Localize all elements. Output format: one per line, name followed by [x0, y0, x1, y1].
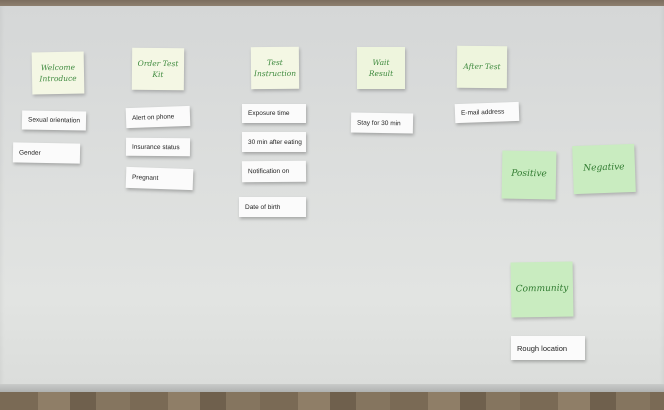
card-pregnant: Pregnant [125, 166, 194, 191]
card-label: Exposure time [248, 110, 290, 117]
sticky-label: Negative [583, 162, 625, 174]
sticky-note-negative: Negative [572, 143, 636, 195]
card-label: Gender [18, 149, 41, 157]
card-sexual-orientation: Sexual orientation [21, 110, 87, 131]
sticky-label: After Test [463, 62, 501, 72]
sticky-note-welcome: Welcome Introduce [31, 51, 85, 95]
card-stay-for-30-min: Stay for 30 min [350, 112, 414, 134]
card-rough-location: Rough location [511, 336, 585, 360]
sticky-label: Community [515, 283, 569, 295]
card-alert-on-phone: Alert on phone [125, 105, 191, 129]
card-label: 30 min after eating [248, 138, 302, 146]
card-date-of-birth: Date of birth [239, 197, 306, 217]
sticky-note-after: After Test [456, 45, 508, 89]
sticky-note-positive: Positive [501, 150, 557, 200]
card-label: Rough location [517, 343, 568, 353]
card-notification-on: Notification on [241, 160, 307, 183]
sticky-label: Wait Result [368, 57, 394, 78]
card-gender: Gender [12, 142, 81, 164]
card-insurance-status: Insurance status [125, 137, 191, 157]
card-label: Pregnant [131, 174, 159, 182]
sticky-note-wait: Wait Result [357, 47, 405, 89]
card-label: Sexual orientation [27, 116, 81, 125]
card-label: Notification on [247, 167, 290, 176]
card-email-address: E-mail address [454, 101, 520, 124]
card-30-min-after-eating: 30 min after eating [242, 132, 306, 152]
card-label: Date of birth [245, 203, 281, 211]
sticky-label: Welcome Introduce [39, 62, 77, 84]
card-label: Alert on phone [131, 112, 175, 122]
wood-floor-bottom [0, 392, 664, 410]
sticky-note-community: Community [510, 261, 574, 318]
card-exposure-time: Exposure time [242, 104, 306, 123]
sticky-label: Order Test Kit [137, 58, 179, 80]
sticky-note-order: Order Test Kit [131, 47, 185, 91]
card-label: Insurance status [131, 143, 180, 151]
sticky-note-test: Test Instruction [250, 46, 300, 90]
sticky-label: Test Instruction [253, 57, 297, 79]
card-label: E-mail address [460, 108, 505, 117]
sticky-label: Positive [511, 168, 547, 180]
card-label: Stay for 30 min [356, 119, 401, 127]
